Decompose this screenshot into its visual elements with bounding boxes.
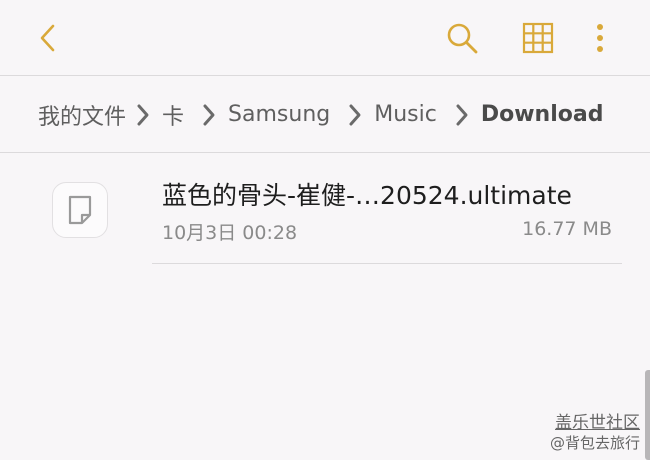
search-button[interactable]: [442, 18, 482, 58]
back-button[interactable]: [28, 18, 68, 58]
watermark-community: 盖乐世社区: [555, 413, 640, 433]
file-name: 蓝色的骨头-崔健-…20524.ultimate: [162, 181, 572, 210]
row-divider: [152, 263, 622, 264]
breadcrumb-item-music[interactable]: Music: [374, 102, 437, 127]
breadcrumb: 我的文件 卡 Samsung Music Download: [0, 77, 650, 153]
file-list-item[interactable]: 蓝色的骨头-崔健-…20524.ultimate 10月3日 00:28 16.…: [0, 154, 650, 266]
view-toggle-button[interactable]: [518, 18, 558, 58]
chevron-right-icon: [136, 103, 150, 127]
breadcrumb-item-my-files[interactable]: 我的文件: [38, 99, 126, 131]
chevron-left-icon: [40, 24, 55, 52]
file-size: 16.77 MB: [522, 218, 612, 240]
grid-view-icon: [522, 22, 554, 54]
chevron-right-icon: [202, 103, 216, 127]
more-vert-icon: [597, 24, 603, 52]
watermark-author: @背包去旅行: [549, 434, 640, 452]
chevron-right-icon: [455, 103, 469, 127]
file-thumbnail: [52, 182, 108, 238]
edge-handle[interactable]: [645, 370, 650, 460]
document-icon: [68, 195, 92, 225]
chevron-right-icon: [348, 103, 362, 127]
breadcrumb-item-samsung[interactable]: Samsung: [228, 102, 330, 127]
more-options-button[interactable]: [580, 18, 620, 58]
search-icon: [447, 23, 478, 54]
app-toolbar: [0, 0, 650, 76]
breadcrumb-item-download: Download: [480, 102, 604, 127]
file-date: 10月3日 00:28: [162, 222, 298, 244]
breadcrumb-item-card[interactable]: 卡: [162, 99, 184, 131]
